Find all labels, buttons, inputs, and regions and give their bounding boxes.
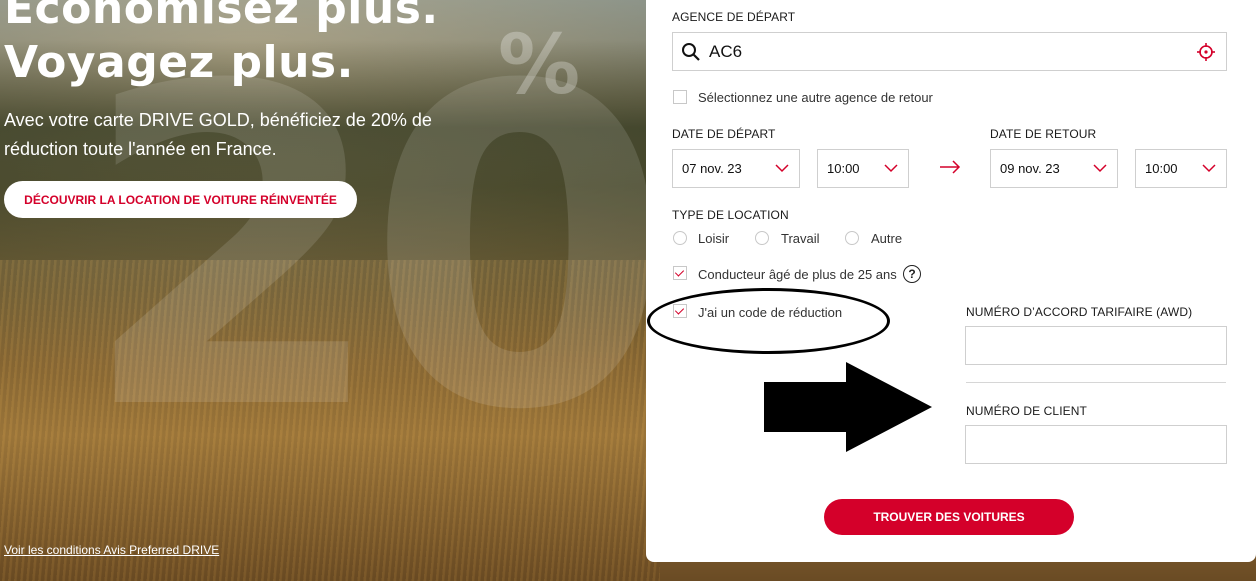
chevron-down-icon [884,164,898,173]
hero-subtitle: Avec votre carte DRIVE GOLD, bénéficiez … [4,110,432,159]
annotation-ellipse [647,288,890,354]
agency-input[interactable]: AC6 [672,32,1227,71]
crosshair-icon[interactable] [1196,42,1216,62]
departure-date-label: DATE DE DÉPART [672,127,776,141]
booking-panel: AGENCE DE DÉPART AC6 Sélectionnez une au… [646,0,1256,562]
return-date-value: 09 nov. 23 [1000,161,1060,176]
return-date-select[interactable]: 09 nov. 23 [990,149,1118,188]
return-time-value: 10:00 [1145,161,1178,176]
radio-loisir[interactable] [673,231,687,245]
search-icon [682,42,700,61]
agency-label: AGENCE DE DÉPART [672,10,796,24]
hero-title-line1: Économisez plus. [4,0,439,34]
discover-button[interactable]: DÉCOUVRIR LA LOCATION DE VOITURE RÉINVEN… [4,181,357,218]
radio-loisir-label: Loisir [698,231,730,246]
hero-watermark-percent: % [498,18,581,113]
return-date-label: DATE DE RETOUR [990,127,1097,141]
client-number-label: NUMÉRO DE CLIENT [966,404,1087,418]
driver-age-checkbox-label: Conducteur âgé de plus de 25 ans [698,267,897,282]
awd-input[interactable] [965,326,1227,365]
arrow-right-icon [940,160,961,174]
radio-travail[interactable] [755,231,769,245]
departure-time-select[interactable]: 10:00 [817,149,909,188]
departure-date-value: 07 nov. 23 [682,161,742,176]
driver-age-checkbox[interactable] [673,266,687,280]
client-number-input[interactable] [965,425,1227,464]
divider [966,382,1226,383]
return-agency-checkbox[interactable] [673,90,687,104]
hero-title: Économisez plus. Voyagez plus. [4,0,439,90]
radio-autre-label: Autre [871,231,903,246]
help-icon[interactable]: ? [903,265,921,283]
rental-type-label: TYPE DE LOCATION [672,208,789,222]
find-cars-button[interactable]: TROUVER DES VOITURES [824,499,1074,535]
chevron-down-icon [1093,164,1107,173]
chevron-down-icon [1202,164,1216,173]
departure-date-select[interactable]: 07 nov. 23 [672,149,800,188]
chevron-down-icon [775,164,789,173]
return-agency-checkbox-label: Sélectionnez une autre agence de retour [698,90,933,105]
terms-link[interactable]: Voir les conditions Avis Preferred DRIVE [4,543,219,557]
return-time-select[interactable]: 10:00 [1135,149,1227,188]
departure-time-value: 10:00 [827,161,860,176]
awd-label: NUMÉRO D’ACCORD TARIFAIRE (AWD) [966,305,1193,319]
radio-travail-label: Travail [781,231,820,246]
radio-autre[interactable] [845,231,859,245]
arrow-annotation [764,362,932,452]
hero-title-line2: Voyagez plus. [4,37,354,88]
agency-value: AC6 [709,41,743,61]
